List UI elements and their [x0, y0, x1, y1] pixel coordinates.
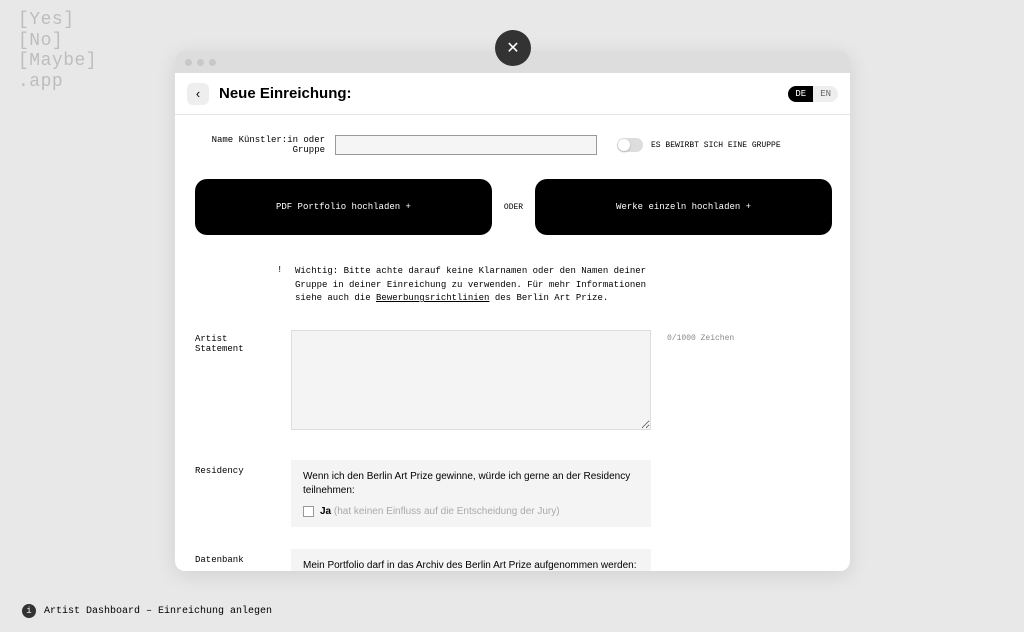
chevron-left-icon: ‹: [196, 86, 200, 101]
upload-row: PDF Portfolio hochladen + ODER Werke ein…: [195, 179, 840, 235]
residency-box: Wenn ich den Berlin Art Prize gewinne, w…: [291, 460, 651, 527]
database-prompt: Mein Portfolio darf in das Archiv des Be…: [303, 559, 639, 572]
database-box: Mein Portfolio darf in das Archiv des Be…: [291, 549, 651, 572]
upload-or-label: ODER: [504, 203, 523, 212]
upload-works-button[interactable]: Werke einzeln hochladen +: [535, 179, 832, 235]
info-icon: i: [22, 604, 36, 618]
residency-row: Residency Wenn ich den Berlin Art Prize …: [195, 460, 840, 527]
residency-prompt: Wenn ich den Berlin Art Prize gewinne, w…: [303, 470, 639, 498]
toggle-knob-icon: [618, 139, 630, 151]
close-icon: ✕: [506, 38, 519, 58]
guidelines-link[interactable]: Bewerbungsrichtlinien: [376, 293, 489, 303]
name-input[interactable]: [335, 135, 597, 155]
close-button[interactable]: ✕: [495, 30, 531, 66]
notice: ! Wichtig: Bitte achte darauf keine Klar…: [195, 265, 840, 306]
group-toggle-label: ES BEWIRBT SICH EINE GRUPPE: [651, 141, 781, 150]
lang-de-button[interactable]: DE: [788, 86, 813, 102]
statement-row: Artist Statement 0/1000 Zeichen: [195, 330, 840, 430]
lang-en-button[interactable]: EN: [813, 86, 838, 102]
warning-icon: !: [277, 265, 295, 306]
window-control-dot[interactable]: [209, 59, 216, 66]
statement-label: Artist Statement: [195, 330, 281, 430]
app-logo: [Yes] [No] [Maybe] .app: [18, 10, 97, 93]
page-title: Neue Einreichung:: [219, 85, 352, 102]
name-label: Name Künstler:in oder Gruppe: [195, 135, 325, 155]
residency-checkbox-line: Ja (hat keinen Einfluss auf die Entschei…: [303, 506, 639, 517]
header-bar: ‹ Neue Einreichung: DE EN: [175, 73, 850, 115]
upload-pdf-button[interactable]: PDF Portfolio hochladen +: [195, 179, 492, 235]
database-label: Datenbank: [195, 549, 281, 572]
residency-label: Residency: [195, 460, 281, 527]
residency-yes-label: Ja (hat keinen Einfluss auf die Entschei…: [320, 506, 560, 517]
name-row: Name Künstler:in oder Gruppe ES BEWIRBT …: [195, 135, 840, 155]
statement-textarea[interactable]: [291, 330, 651, 430]
database-row: Datenbank Mein Portfolio darf in das Arc…: [195, 549, 840, 572]
language-switch: DE EN: [788, 86, 838, 102]
group-toggle[interactable]: [617, 138, 643, 152]
notice-text: Wichtig: Bitte achte darauf keine Klarna…: [295, 265, 665, 306]
window-control-dot[interactable]: [197, 59, 204, 66]
group-toggle-wrap: ES BEWIRBT SICH EINE GRUPPE: [617, 138, 781, 152]
window-control-dot[interactable]: [185, 59, 192, 66]
app-window: ‹ Neue Einreichung: DE EN Name Künstler:…: [175, 51, 850, 571]
char-counter: 0/1000 Zeichen: [661, 330, 734, 430]
footer-text: Artist Dashboard – Einreichung anlegen: [44, 606, 272, 617]
footer-caption: i Artist Dashboard – Einreichung anlegen: [22, 604, 272, 618]
residency-checkbox[interactable]: [303, 506, 314, 517]
back-button[interactable]: ‹: [187, 83, 209, 105]
form-body: Name Künstler:in oder Gruppe ES BEWIRBT …: [175, 115, 850, 571]
